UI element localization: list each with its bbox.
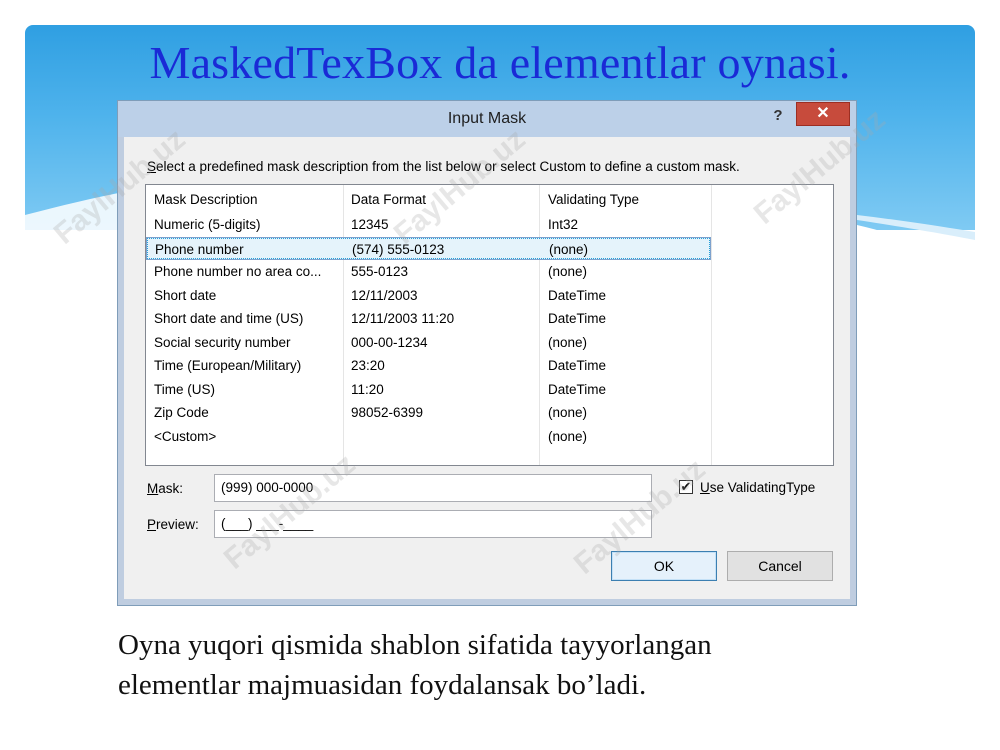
dialog-titlebar: Input Mask ? ✕	[118, 101, 856, 137]
cancel-button[interactable]: Cancel	[727, 551, 833, 581]
table-row[interactable]: Time (US) 11:20 DateTime	[146, 378, 711, 401]
cell-data-format: (574) 555-0123	[352, 241, 445, 257]
slide-caption: Oyna yuqori qismida shablon sifatida tay…	[118, 625, 938, 705]
cell-mask-description: Social security number	[154, 334, 291, 350]
table-row[interactable]: Social security number 000-00-1234 (none)	[146, 331, 711, 354]
cell-mask-description: Short date and time (US)	[154, 311, 304, 326]
table-row[interactable]: Numeric (5-digits) 12345 Int32	[146, 213, 711, 236]
instruction-text: Select a predefined mask description fro…	[147, 159, 740, 174]
cell-mask-description: Time (US)	[154, 381, 215, 397]
ok-button[interactable]: OK	[611, 551, 717, 581]
cell-data-format: 23:20	[351, 358, 385, 373]
table-row[interactable]: <Custom> (none)	[146, 425, 711, 448]
column-separator	[711, 185, 712, 465]
cell-validating-type: DateTime	[548, 358, 607, 373]
slide-title: MaskedTexBox da elementlar oynasi.	[149, 37, 851, 88]
cell-mask-description: <Custom>	[154, 428, 217, 444]
close-button[interactable]: ✕	[796, 102, 850, 126]
cell-mask-description: Time (European/Military)	[154, 358, 302, 373]
use-validating-type-checkbox[interactable]: ✔	[679, 480, 693, 494]
table-row[interactable]: Time (European/Military) 23:20 DateTime	[146, 354, 711, 377]
cell-validating-type: (none)	[548, 264, 588, 279]
cell-mask-description: Numeric (5-digits)	[154, 217, 261, 232]
table-row[interactable]: Short date 12/11/2003 DateTime	[146, 284, 711, 307]
cell-data-format: 555-0123	[351, 264, 409, 279]
cell-validating-type: DateTime	[548, 381, 607, 397]
cell-data-format: 000-00-1234	[351, 334, 428, 350]
column-header-data-format[interactable]: Data Format	[351, 192, 536, 207]
table-row[interactable]: Zip Code 98052-6399 (none)	[146, 401, 711, 424]
mask-input[interactable]: (999) 000-0000	[214, 474, 652, 502]
cell-data-format: 98052-6399	[351, 405, 424, 420]
table-row[interactable]: Short date and time (US) 12/11/2003 11:20…	[146, 307, 711, 330]
cell-validating-type: DateTime	[548, 311, 607, 326]
cell-validating-type: DateTime	[548, 287, 607, 303]
use-validating-type-label: Use ValidatingType	[700, 480, 816, 495]
cell-validating-type: (none)	[549, 241, 589, 257]
mask-list[interactable]: Mask Description Data Format Validating …	[145, 184, 834, 466]
input-mask-dialog: Input Mask ? ✕ Select a predefined mask …	[117, 100, 857, 606]
preview-input[interactable]: (___) ___-____	[214, 510, 652, 538]
cell-mask-description: Zip Code	[154, 405, 209, 420]
column-header-mask-description[interactable]: Mask Description	[154, 192, 339, 207]
cell-data-format: 12/11/2003	[351, 287, 418, 303]
cell-mask-description: Short date	[154, 287, 217, 303]
cell-data-format: 12345	[351, 217, 389, 232]
list-header: Mask Description Data Format Validating …	[146, 185, 833, 213]
dialog-title: Input Mask	[447, 110, 527, 127]
cell-validating-type: (none)	[548, 405, 588, 420]
cell-validating-type: (none)	[548, 334, 588, 350]
cell-validating-type: Int32	[548, 217, 579, 232]
cell-mask-description: Phone number no area co...	[154, 264, 322, 279]
cell-data-format: 11:20	[351, 381, 384, 397]
dialog-client-area: Select a predefined mask description fro…	[125, 137, 849, 598]
table-row[interactable]: Phone number no area co... 555-0123 (none)	[146, 260, 711, 283]
caption-line: Oyna yuqori qismida shablon sifatida tay…	[118, 629, 712, 661]
cell-validating-type: (none)	[548, 428, 588, 444]
cell-mask-description: Phone number	[155, 241, 244, 257]
column-header-validating-type[interactable]: Validating Type	[548, 192, 708, 207]
cell-data-format: 12/11/2003 11:20	[351, 311, 455, 326]
table-row[interactable]: Phone number (574) 555-0123 (none)	[146, 236, 711, 260]
help-button[interactable]: ?	[768, 105, 788, 127]
mask-label: Mask:	[147, 481, 184, 496]
caption-line: elementlar majmuasidan foydalansak bo’la…	[118, 669, 647, 701]
preview-label: Preview:	[147, 517, 199, 532]
